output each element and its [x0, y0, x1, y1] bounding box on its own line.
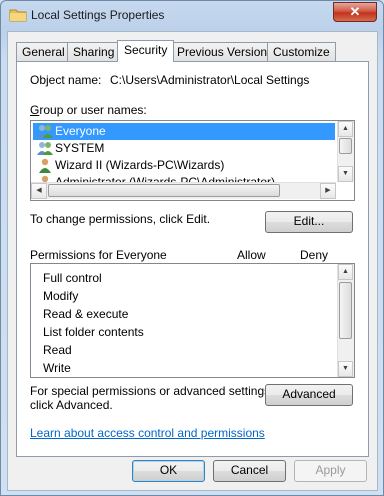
- security-panel: Object name: C:\Users\Administrator\Loca…: [16, 61, 369, 457]
- list-item-everyone[interactable]: Everyone: [33, 123, 335, 140]
- tab-security[interactable]: Security: [117, 40, 175, 62]
- permission-full-control: Full control: [43, 271, 102, 285]
- list-item-label: Everyone: [55, 124, 106, 138]
- advanced-hint-line2: click Advanced.: [30, 398, 113, 412]
- permission-write: Write: [43, 361, 71, 375]
- hscroll-thumb[interactable]: [48, 184, 280, 197]
- permission-read-execute: Read & execute: [43, 307, 129, 321]
- group-list-vscrollbar[interactable]: ▲ ▼: [337, 121, 354, 182]
- list-item-label: Wizard II (Wizards-PC\Wizards): [55, 158, 225, 172]
- edit-button-label: Edit...: [293, 214, 325, 228]
- close-button[interactable]: ✕: [333, 2, 377, 22]
- access-control-help-link[interactable]: Learn about access control and permissio…: [30, 426, 265, 440]
- title-bar[interactable]: Local Settings Properties ✕: [1, 1, 383, 31]
- tab-customize[interactable]: Customize: [267, 42, 336, 61]
- permissions-list[interactable]: Full control Modify Read & execute List …: [30, 263, 355, 378]
- scroll-right-button[interactable]: ▶: [320, 183, 336, 199]
- group-icon: [37, 142, 53, 155]
- edit-button[interactable]: Edit...: [265, 211, 353, 233]
- permission-modify: Modify: [43, 289, 79, 303]
- scroll-up-button[interactable]: ▲: [338, 264, 353, 280]
- ok-button-label: OK: [159, 463, 178, 477]
- group-list-hscrollbar[interactable]: ◀ ▶: [31, 182, 336, 199]
- list-item-wizard[interactable]: Wizard II (Wizards-PC\Wizards): [33, 157, 335, 174]
- advanced-hint-line1: For special permissions or advanced sett…: [30, 384, 274, 398]
- tab-sharing[interactable]: Sharing: [67, 42, 121, 61]
- group-names-label-rest: roup or user names:: [39, 103, 147, 117]
- cancel-button[interactable]: Cancel: [213, 460, 286, 482]
- list-item-system[interactable]: SYSTEM: [33, 140, 335, 157]
- window-title: Local Settings Properties: [31, 8, 165, 22]
- scroll-up-button[interactable]: ▲: [338, 121, 353, 137]
- scroll-down-button[interactable]: ▼: [338, 361, 353, 377]
- advanced-button[interactable]: Advanced: [265, 384, 353, 406]
- allow-header: Allow: [237, 248, 266, 262]
- group-names-label: Group or user names:: [30, 103, 147, 117]
- permissions-vscrollbar[interactable]: ▲ ▼: [337, 264, 354, 377]
- permission-read: Read: [43, 343, 72, 357]
- folder-icon: [9, 9, 27, 22]
- apply-button-label: Apply: [315, 463, 346, 477]
- scroll-left-button[interactable]: ◀: [31, 183, 47, 199]
- object-name-value: C:\Users\Administrator\Local Settings: [110, 73, 310, 87]
- dialog-client: General Sharing Security Previous Versio…: [7, 31, 378, 491]
- permission-list-folder-contents: List folder contents: [43, 325, 144, 339]
- group-user-list[interactable]: Everyone SYSTEM Wizard II (Wizards-PC\Wi…: [30, 120, 355, 201]
- edit-hint: To change permissions, click Edit.: [30, 212, 211, 226]
- list-item-label: SYSTEM: [55, 141, 105, 155]
- properties-window: Local Settings Properties ✕ General Shar…: [0, 0, 384, 496]
- apply-button[interactable]: Apply: [294, 460, 367, 482]
- cancel-button-label: Cancel: [230, 463, 269, 477]
- permissions-label: Permissions for Everyone: [30, 248, 167, 262]
- tab-general[interactable]: General: [16, 42, 71, 61]
- scroll-thumb[interactable]: [339, 282, 352, 339]
- group-icon: [37, 125, 53, 138]
- deny-header: Deny: [300, 248, 329, 262]
- ok-button[interactable]: OK: [132, 460, 205, 482]
- advanced-button-label: Advanced: [282, 387, 336, 401]
- scroll-thumb[interactable]: [339, 138, 352, 154]
- object-name-label: Object name:: [30, 73, 102, 87]
- user-icon: [39, 158, 51, 173]
- tab-previous-versions[interactable]: Previous Versions: [171, 42, 280, 61]
- scroll-down-button[interactable]: ▼: [338, 166, 353, 182]
